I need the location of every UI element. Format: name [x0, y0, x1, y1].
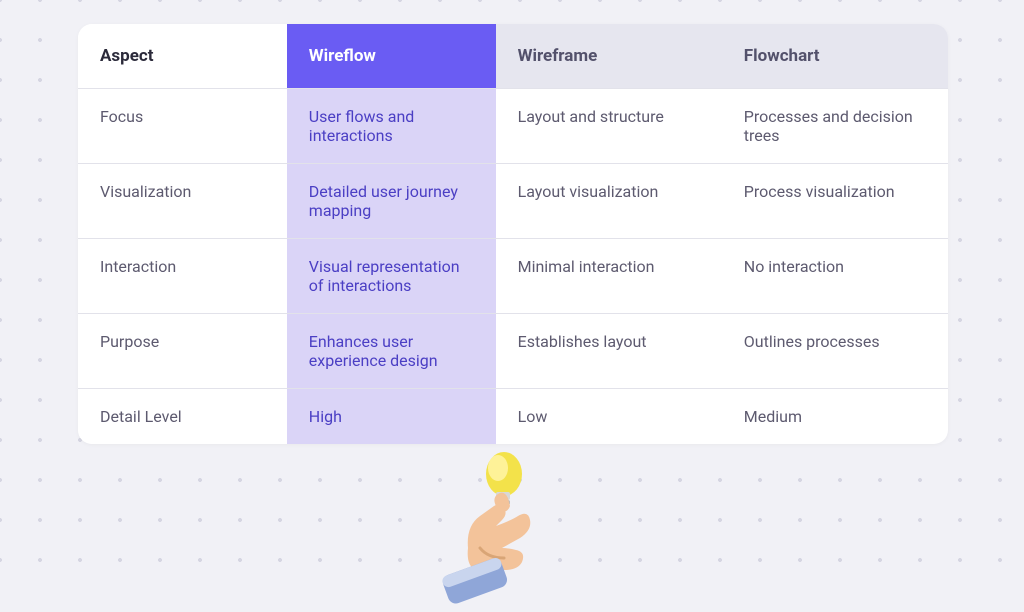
cell-aspect: Visualization [78, 164, 287, 239]
cell-flowchart: Outlines processes [722, 314, 948, 389]
table-row: Visualization Detailed user journey mapp… [78, 164, 948, 239]
table-row: Detail Level High Low Medium [78, 389, 948, 445]
comparison-table-container: Aspect Wireflow Wireframe Flowchart Focu… [78, 24, 948, 444]
table-row: Focus User flows and interactions Layout… [78, 89, 948, 164]
header-wireframe: Wireframe [496, 24, 722, 89]
cell-aspect: Focus [78, 89, 287, 164]
cell-aspect: Purpose [78, 314, 287, 389]
cell-wireflow: Enhances user experience design [287, 314, 496, 389]
cell-wireflow: High [287, 389, 496, 445]
cell-aspect: Detail Level [78, 389, 287, 445]
cell-wireframe: Minimal interaction [496, 239, 722, 314]
cell-wireflow: Detailed user journey mapping [287, 164, 496, 239]
header-wireflow: Wireflow [287, 24, 496, 89]
table-body: Focus User flows and interactions Layout… [78, 89, 948, 445]
comparison-table: Aspect Wireflow Wireframe Flowchart Focu… [78, 24, 948, 444]
table-row: Purpose Enhances user experience design … [78, 314, 948, 389]
cell-flowchart: Processes and decision trees [722, 89, 948, 164]
cell-aspect: Interaction [78, 239, 287, 314]
cell-flowchart: No interaction [722, 239, 948, 314]
cell-wireflow: Visual representation of interactions [287, 239, 496, 314]
header-flowchart: Flowchart [722, 24, 948, 89]
cell-wireflow: User flows and interactions [287, 89, 496, 164]
cell-wireframe: Establishes layout [496, 314, 722, 389]
table-row: Interaction Visual representation of int… [78, 239, 948, 314]
cell-wireframe: Layout and structure [496, 89, 722, 164]
header-aspect: Aspect [78, 24, 287, 89]
cell-wireframe: Low [496, 389, 722, 445]
cell-wireframe: Layout visualization [496, 164, 722, 239]
cell-flowchart: Medium [722, 389, 948, 445]
cell-flowchart: Process visualization [722, 164, 948, 239]
table-header-row: Aspect Wireflow Wireframe Flowchart [78, 24, 948, 89]
